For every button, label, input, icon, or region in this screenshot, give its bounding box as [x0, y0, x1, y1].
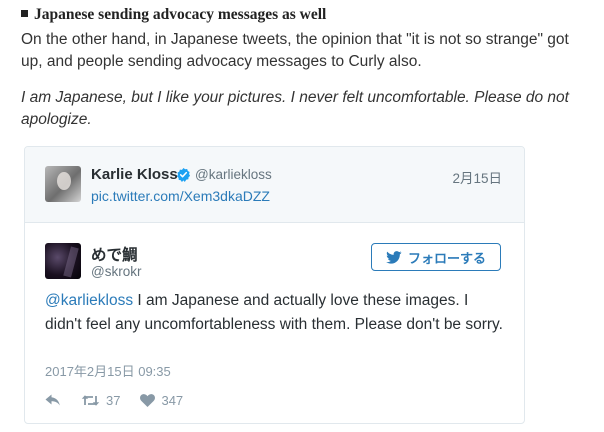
quoted-tweet-date[interactable]: 2月15日	[452, 167, 502, 187]
section-heading: Japanese sending advocacy messages as we…	[21, 6, 326, 24]
verified-badge-icon	[177, 167, 191, 182]
retweet-action[interactable]: 37	[81, 393, 120, 408]
like-action[interactable]: 347	[140, 393, 183, 408]
tweet-timestamp[interactable]: 2017年2月15日 09:35	[45, 361, 171, 380]
follow-button[interactable]: フォローする	[371, 243, 501, 271]
retweet-count: 37	[106, 392, 121, 408]
reply-icon	[45, 394, 60, 405]
quoted-tweet[interactable]: Karlie Kloss @karliekloss 2月15日 pic.twit…	[25, 147, 524, 223]
like-count: 347	[161, 392, 184, 408]
reply-action[interactable]	[45, 394, 61, 407]
section-heading-text: Japanese sending advocacy messages as we…	[34, 6, 327, 23]
embedded-tweet[interactable]: Karlie Kloss @karliekloss 2月15日 pic.twit…	[24, 146, 525, 424]
heart-icon	[140, 393, 156, 407]
author-handle[interactable]: @skrokr	[91, 264, 141, 279]
tweet-actions: 37 347	[45, 391, 203, 409]
quoted-author-name[interactable]: Karlie Kloss	[91, 166, 178, 183]
translated-quote: I am Japanese, but I like your pictures.…	[21, 89, 569, 128]
author-avatar[interactable]	[45, 243, 81, 279]
article-paragraph: On the other hand, in Japanese tweets, t…	[21, 31, 569, 70]
tweet-text: @karliekloss I am Japanese and actually …	[45, 289, 505, 337]
quoted-author-avatar[interactable]	[45, 166, 81, 202]
follow-button-label: フォローする	[407, 250, 486, 266]
author-name[interactable]: めで鯛	[91, 243, 138, 265]
quoted-tweet-media-link[interactable]: pic.twitter.com/Xem3dkaDZZ	[91, 188, 270, 204]
reply-tweet: めで鯛 @skrokr フォローする @karliekloss I am Jap…	[25, 223, 524, 423]
quoted-author-handle[interactable]: @karliekloss	[195, 167, 272, 182]
square-bullet-icon	[21, 10, 28, 17]
twitter-bird-icon	[386, 250, 402, 264]
mention-link[interactable]: @karliekloss	[45, 292, 133, 309]
retweet-icon	[81, 394, 100, 406]
